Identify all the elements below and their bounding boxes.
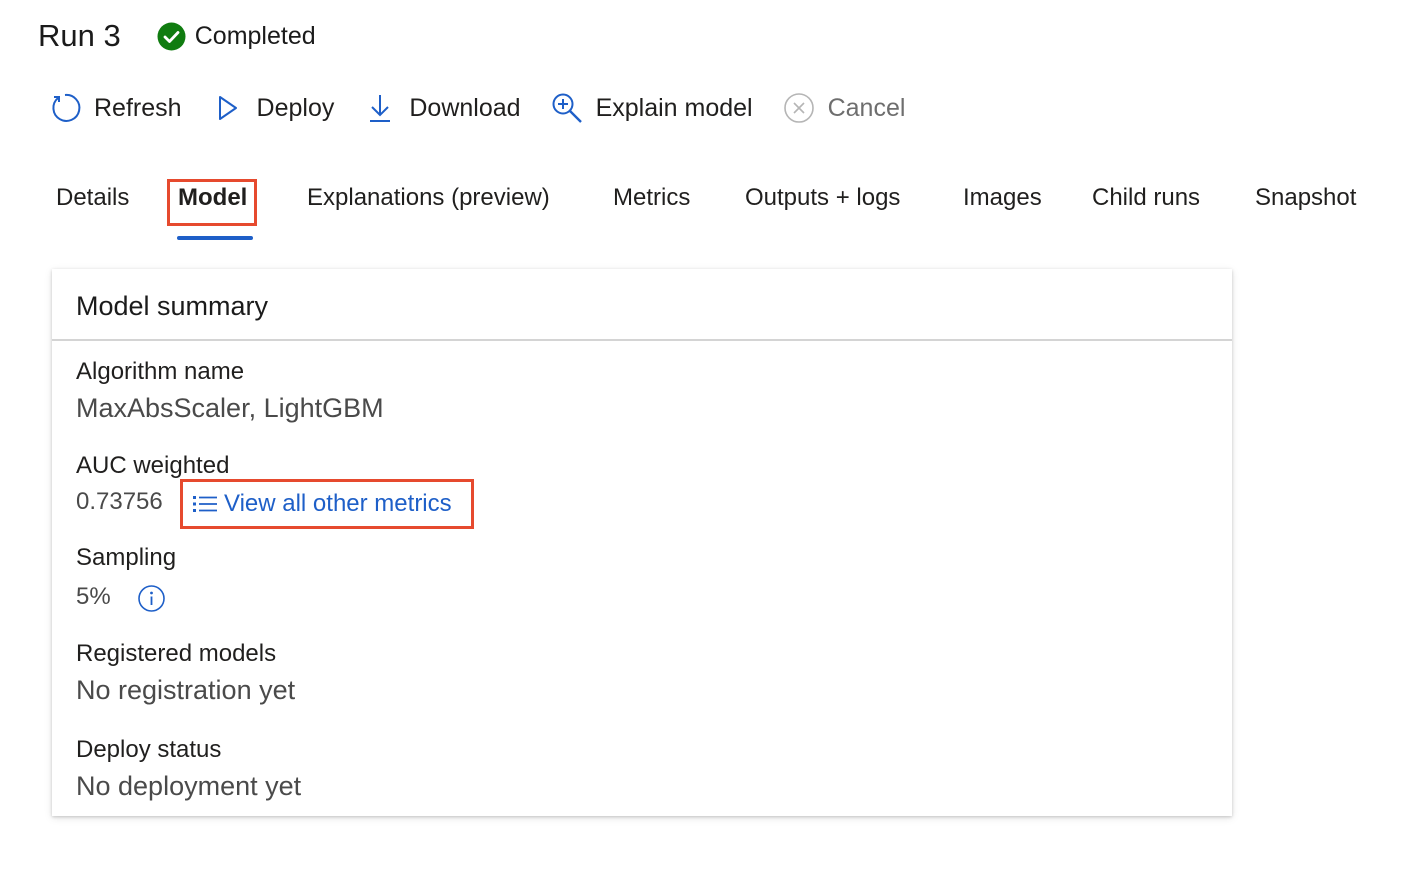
explain-model-button[interactable]: Explain model — [550, 91, 753, 125]
tab-images[interactable]: Images — [963, 184, 1042, 212]
explain-model-label: Explain model — [595, 93, 753, 122]
active-tab-indicator — [177, 236, 253, 240]
check-circle-icon — [157, 22, 186, 51]
tab-outputs-logs[interactable]: Outputs + logs — [745, 184, 900, 212]
view-all-metrics-label: View all other metrics — [224, 490, 452, 517]
tab-details[interactable]: Details — [56, 184, 129, 212]
tab-metrics[interactable]: Metrics — [613, 184, 690, 212]
run-title: Run 3 — [38, 18, 121, 53]
download-icon — [363, 91, 397, 125]
sampling-value: 5% — [76, 583, 111, 610]
refresh-icon — [48, 91, 82, 125]
tab-snapshot[interactable]: Snapshot — [1255, 184, 1356, 212]
command-bar: Refresh Deploy Download Explain model Ca… — [48, 87, 934, 129]
algorithm-name-value: MaxAbsScaler, LightGBM — [76, 393, 384, 423]
auc-weighted-label: AUC weighted — [76, 452, 230, 479]
info-icon[interactable] — [138, 585, 165, 612]
run-status: Completed — [157, 22, 316, 51]
cancel-label: Cancel — [827, 93, 906, 122]
deploy-button[interactable]: Deploy — [211, 91, 335, 125]
algorithm-name-label: Algorithm name — [76, 358, 245, 385]
registered-models-label: Registered models — [76, 640, 277, 667]
play-icon — [211, 91, 245, 125]
view-all-metrics-link[interactable]: View all other metrics — [180, 479, 474, 529]
download-button[interactable]: Download — [363, 91, 521, 125]
run-header: Run 3 Completed — [38, 14, 316, 58]
sampling-label: Sampling — [76, 544, 177, 571]
list-icon — [192, 493, 218, 515]
deploy-status-value: No deployment yet — [76, 771, 302, 801]
deploy-status-label: Deploy status — [76, 736, 222, 763]
status-text: Completed — [194, 21, 316, 50]
card-title: Model summary — [76, 291, 269, 321]
model-summary-card: Model summary Algorithm name MaxAbsScale… — [52, 269, 1232, 816]
registered-models-value: No registration yet — [76, 675, 296, 705]
download-label: Download — [409, 93, 521, 122]
tab-explanations[interactable]: Explanations (preview) — [307, 184, 550, 212]
run-tabs: Details Model Explanations (preview) Met… — [0, 176, 1412, 240]
tab-child-runs[interactable]: Child runs — [1092, 184, 1200, 212]
deploy-label: Deploy — [256, 93, 335, 122]
zoom-in-icon — [550, 91, 584, 125]
refresh-button[interactable]: Refresh — [48, 91, 182, 125]
refresh-label: Refresh — [94, 93, 182, 122]
auc-weighted-value: 0.73756 — [76, 488, 163, 515]
cancel-circle-icon — [782, 91, 816, 125]
cancel-button[interactable]: Cancel — [782, 91, 906, 125]
annotation-highlight-model-tab — [167, 179, 257, 226]
card-divider — [52, 339, 1232, 341]
